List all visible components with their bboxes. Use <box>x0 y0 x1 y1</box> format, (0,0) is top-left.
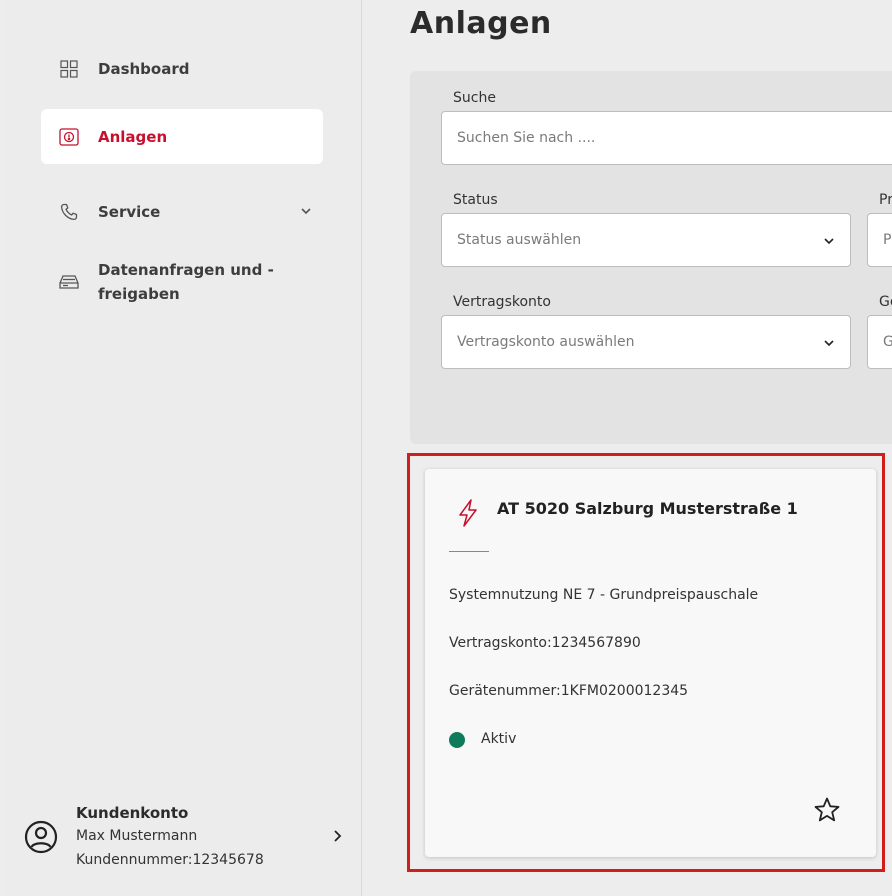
chevron-down-icon <box>822 234 836 252</box>
account-name: Max Mustermann <box>76 828 198 844</box>
page-title: Anlagen <box>410 6 552 41</box>
sidebar-item-label: Dashboard <box>98 60 190 78</box>
account-title: Kundenkonto <box>76 804 189 822</box>
sidebar: Dashboard Anlagen Service Datenanfragen … <box>4 0 362 896</box>
device-label: Ge <box>879 294 892 310</box>
sidebar-item-service[interactable]: Service <box>41 198 323 226</box>
status-label: Status <box>453 192 498 208</box>
product-select[interactable]: P <box>867 213 892 267</box>
card-contract: Vertragskonto:1234567890 <box>449 635 641 651</box>
sidebar-item-label-line1: Datenanfragen und - <box>98 261 274 279</box>
drive-icon <box>59 272 79 292</box>
filter-panel: Suche Suchen Sie nach .... Status Status… <box>410 71 892 444</box>
search-input[interactable]: Suchen Sie nach .... <box>441 111 892 165</box>
status-placeholder: Status auswählen <box>457 232 582 248</box>
star-icon[interactable] <box>813 796 841 828</box>
device-select[interactable]: G <box>867 315 892 369</box>
status-select[interactable]: Status auswählen <box>441 213 851 267</box>
card-title: AT 5020 Salzburg Musterstraße 1 <box>497 499 798 518</box>
chevron-down-icon <box>822 336 836 354</box>
sidebar-item-datenanfragen[interactable]: Datenanfragen und - freigaben <box>41 258 323 308</box>
card-divider <box>449 551 489 552</box>
account-panel[interactable]: Kundenkonto Max Mustermann Kundennummer:… <box>24 800 354 880</box>
sidebar-item-label: Service <box>98 203 161 221</box>
search-label: Suche <box>453 90 496 106</box>
account-filter-label: Vertragskonto <box>453 294 551 310</box>
product-placeholder: P <box>883 232 892 248</box>
account-placeholder: Vertragskonto auswählen <box>457 334 635 350</box>
search-placeholder: Suchen Sie nach .... <box>457 130 596 146</box>
sidebar-item-anlagen[interactable]: Anlagen <box>41 109 323 164</box>
sidebar-item-label-line2: freigaben <box>98 285 180 303</box>
sidebar-item-dashboard[interactable]: Dashboard <box>41 56 323 82</box>
meter-icon <box>59 127 79 147</box>
sidebar-item-label: Datenanfragen und - freigaben <box>98 258 274 306</box>
account-select[interactable]: Vertragskonto auswählen <box>441 315 851 369</box>
product-label: Pr <box>879 192 892 208</box>
phone-icon <box>59 202 79 222</box>
user-icon <box>24 820 58 858</box>
chevron-right-icon[interactable] <box>330 828 344 848</box>
grid-icon <box>59 59 79 79</box>
device-placeholder: G <box>883 334 892 350</box>
sidebar-item-label: Anlagen <box>98 127 168 146</box>
lightning-icon <box>457 499 479 531</box>
chevron-down-icon[interactable] <box>299 204 313 222</box>
card-device: Gerätenummer:1KFM0200012345 <box>449 683 689 699</box>
status-text: Aktiv <box>481 731 517 747</box>
account-number: Kundennummer:12345678 <box>76 852 264 868</box>
anlage-card[interactable]: AT 5020 Salzburg Musterstraße 1 Systemnu… <box>425 469 876 857</box>
status-active-dot <box>449 732 465 748</box>
card-product: Systemnutzung NE 7 - Grundpreispauschale <box>449 587 759 603</box>
